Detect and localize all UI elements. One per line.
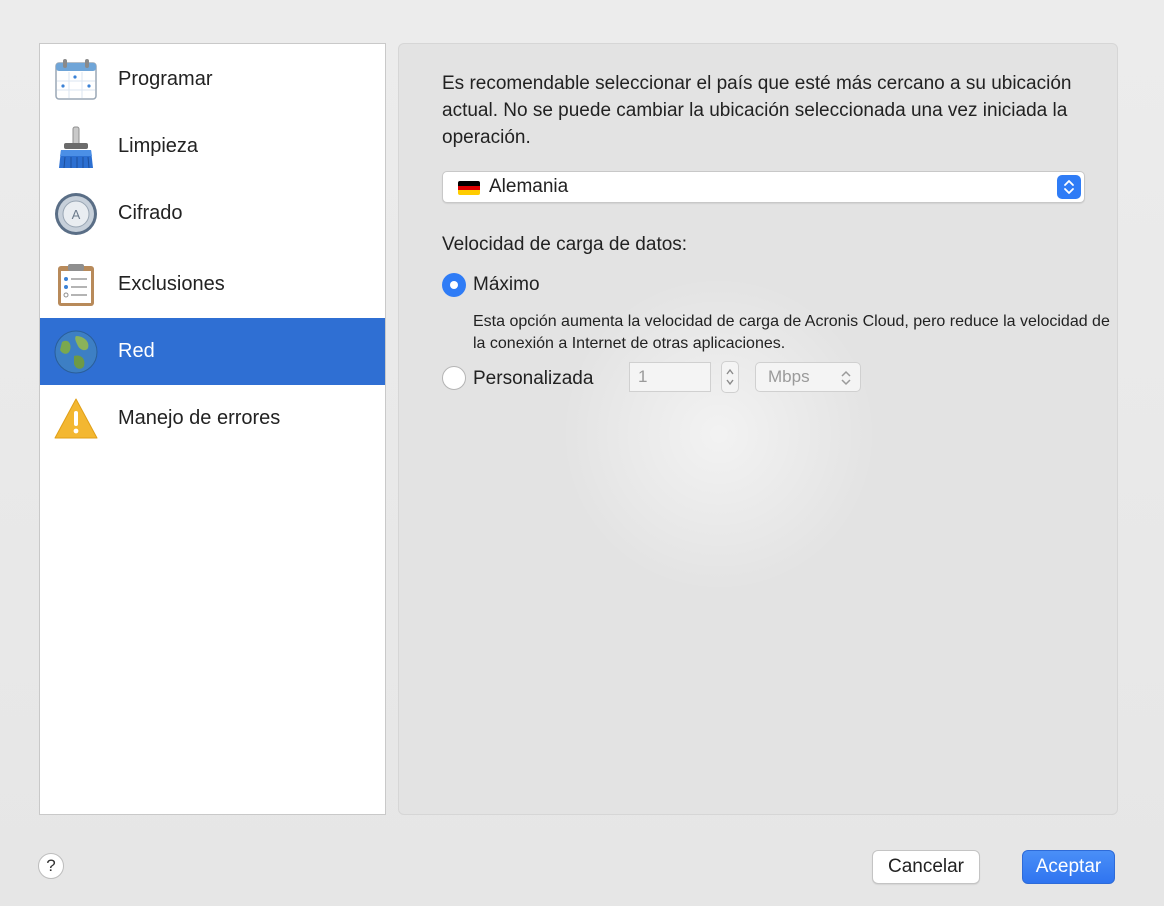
clipboard-list-icon [52, 261, 100, 309]
radio-personalizada[interactable] [442, 366, 466, 390]
custom-speed-input[interactable]: 1 [629, 362, 711, 392]
sidebar-item-programar[interactable]: Programar [40, 46, 385, 113]
ok-button[interactable]: Aceptar [1022, 850, 1115, 884]
sidebar-item-limpieza[interactable]: Limpieza [40, 113, 385, 180]
sidebar-item-label: Programar [118, 68, 213, 90]
location-hint-text: Es recomendable seleccionar el país que … [442, 73, 1072, 148]
broom-icon [52, 123, 100, 171]
germany-flag-icon [458, 181, 480, 195]
speed-unit-value: Mbps [768, 367, 810, 386]
speed-unit-select[interactable]: Mbps [755, 362, 861, 392]
country-select[interactable]: Alemania [442, 171, 1085, 203]
warning-icon [52, 395, 100, 443]
sidebar-item-label: Cifrado [118, 202, 183, 224]
sidebar-item-exclusiones[interactable]: Exclusiones [40, 251, 385, 318]
custom-speed-value: 1 [638, 367, 648, 386]
sidebar-item-label: Limpieza [118, 135, 199, 157]
network-settings-panel: Es recomendable seleccionar el país que … [398, 43, 1118, 815]
globe-icon [52, 328, 100, 376]
preferences-window: Programar Limpieza A Cifrado Exclusiones… [0, 0, 1164, 906]
country-select-value: Alemania [489, 176, 569, 197]
stepper-arrows-icon [726, 368, 734, 386]
sidebar-item-label: Manejo de errores [118, 407, 281, 429]
sidebar-item-label: Red [118, 340, 155, 362]
help-button[interactable]: ? [38, 853, 64, 879]
svg-text:A: A [72, 207, 81, 222]
maximo-description: Esta opción aumenta la velocidad de carg… [473, 313, 1110, 352]
select-arrows-icon [841, 370, 851, 386]
sidebar-item-cifrado[interactable]: A Cifrado [40, 180, 385, 247]
cancel-button[interactable]: Cancelar [872, 850, 980, 884]
upload-speed-label: Velocidad de carga de datos: [442, 234, 688, 255]
custom-speed-stepper[interactable] [721, 361, 739, 393]
sidebar: Programar Limpieza A Cifrado Exclusiones… [39, 43, 386, 815]
radio-maximo[interactable] [442, 273, 466, 297]
select-arrows-icon [1057, 175, 1081, 199]
sidebar-item-manejo-de-errores[interactable]: Manejo de errores [40, 385, 385, 452]
lock-dial-icon: A [52, 190, 100, 238]
sidebar-item-red[interactable]: Red [40, 318, 385, 385]
radio-personalizada-label[interactable]: Personalizada [473, 368, 593, 390]
radio-maximo-label[interactable]: Máximo [473, 274, 540, 296]
calendar-icon [52, 56, 100, 104]
sidebar-item-label: Exclusiones [118, 273, 225, 295]
